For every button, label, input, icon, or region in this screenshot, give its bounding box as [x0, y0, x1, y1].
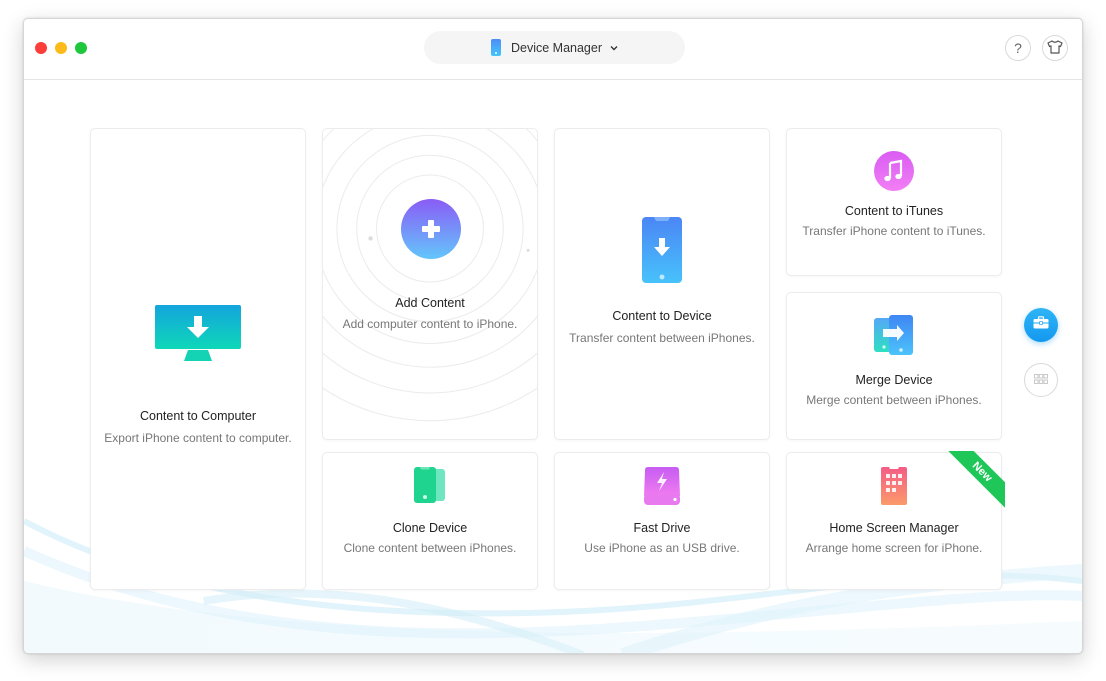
chevron-down-icon	[610, 43, 618, 53]
phone-download-icon	[641, 216, 683, 289]
card-title: Merge Device	[855, 372, 933, 387]
card-home-screen-manager[interactable]: New Home Screen Manager Arrange home scr…	[786, 451, 1005, 590]
card-merge-device[interactable]: Merge Device Merge content between iPhon…	[786, 292, 1002, 440]
itunes-note-icon	[874, 150, 914, 196]
device-manager-label: Device Manager	[510, 40, 602, 55]
drive-bolt-icon	[643, 466, 681, 511]
clone-phones-icon	[413, 466, 447, 509]
card-description: Transfer content between iPhones.	[569, 330, 755, 345]
main-content: Content to Computer Export iPhone conten…	[24, 81, 1082, 653]
title-bar: Device Manager ?	[24, 19, 1082, 80]
card-description: Export iPhone content to computer.	[104, 430, 292, 445]
card-title: Clone Device	[392, 520, 468, 535]
phone-icon	[490, 39, 501, 56]
card-title: Add Content	[395, 296, 465, 310]
card-content-to-computer[interactable]: Content to Computer Export iPhone conten…	[90, 128, 306, 590]
card-title: Fast Drive	[633, 520, 691, 535]
card-title: Content to Computer	[139, 408, 257, 423]
card-description: Use iPhone as an USB drive.	[584, 540, 740, 555]
merge-phones-icon	[873, 314, 915, 361]
card-description: Merge content between iPhones.	[806, 392, 982, 407]
app-window: Device Manager ? Content to Computer Exp…	[23, 18, 1083, 654]
device-manager-dropdown[interactable]: Device Manager	[424, 31, 685, 64]
card-description: Transfer iPhone content to iTunes.	[802, 223, 986, 238]
apps-tab-button[interactable]	[1024, 363, 1058, 397]
new-badge-wrap: New	[945, 451, 1005, 511]
window-close-button[interactable]	[35, 42, 47, 54]
card-content-to-itunes[interactable]: Content to iTunes Transfer iPhone conten…	[786, 128, 1002, 276]
card-description: Add computer content to iPhone.	[342, 317, 518, 331]
skin-button[interactable]	[1042, 35, 1068, 61]
window-maximize-button[interactable]	[75, 42, 87, 54]
tools-tab-button[interactable]	[1024, 308, 1058, 342]
radar-rings	[323, 129, 537, 422]
card-title: Content to Device	[612, 308, 712, 323]
plus-circle-icon	[401, 199, 461, 264]
card-content-to-device[interactable]: Content to Device Transfer content betwe…	[554, 128, 770, 440]
card-description: Arrange home screen for iPhone.	[805, 540, 983, 555]
card-description: Clone content between iPhones.	[343, 540, 517, 555]
new-badge: New	[945, 451, 1005, 511]
tshirt-icon	[1047, 39, 1063, 57]
help-icon: ?	[1014, 40, 1022, 56]
card-clone-device[interactable]: Clone Device Clone content between iPhon…	[322, 452, 538, 590]
grid-icon	[1034, 371, 1048, 389]
home-grid-icon	[880, 466, 908, 511]
help-button[interactable]: ?	[1005, 35, 1031, 61]
card-title: Content to iTunes	[844, 203, 944, 218]
card-add-content[interactable]: Add Content Add computer content to iPho…	[322, 128, 538, 440]
card-title: Home Screen Manager	[829, 520, 959, 535]
window-minimize-button[interactable]	[55, 42, 67, 54]
monitor-download-icon	[154, 304, 242, 367]
card-fast-drive[interactable]: Fast Drive Use iPhone as an USB drive.	[554, 452, 770, 590]
toolbox-icon	[1033, 316, 1049, 334]
